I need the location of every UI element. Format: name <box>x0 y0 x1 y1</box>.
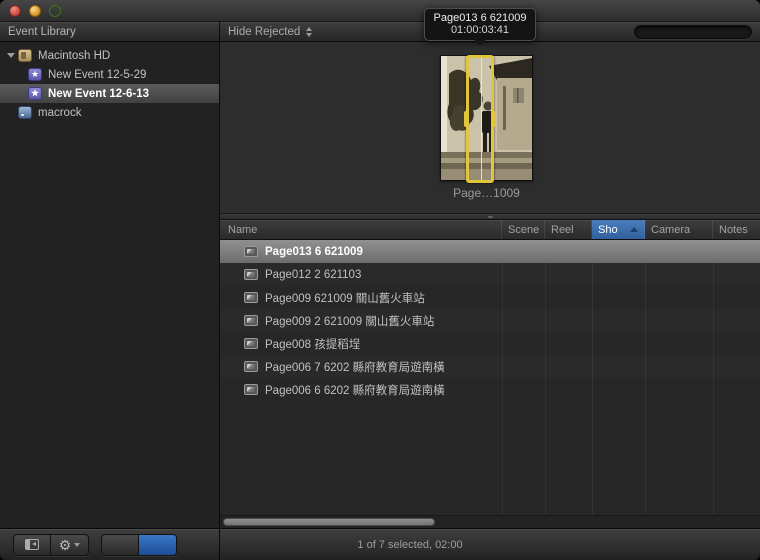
browser-splitter[interactable] <box>220 213 760 220</box>
column-header-label: Sho <box>598 224 618 236</box>
tree-item-label: Macintosh HD <box>38 50 110 62</box>
sidebar-toggle-icon <box>25 539 39 550</box>
tree-item-label: New Event 12-5-29 <box>48 69 146 81</box>
event-list-row[interactable]: Page006 7 6202 縣府教育局遊南橫 <box>220 355 760 378</box>
row-clip-name: Page006 7 6202 縣府教育局遊南橫 <box>265 359 445 375</box>
event-library-tree: Macintosh HD New Event 12-5-29 New Event… <box>0 42 220 528</box>
tree-item-icon <box>28 87 42 100</box>
close-window-button[interactable] <box>9 5 21 17</box>
action-menu-button[interactable]: ⚙ <box>51 535 88 555</box>
photo-clip-icon <box>244 384 258 395</box>
sidebar-tree-item[interactable]: New Event 12-6-13 <box>0 84 219 103</box>
column-header[interactable]: Name <box>220 220 502 239</box>
filter-popup-label: Hide Rejected <box>228 26 300 38</box>
sidebar-tree-item[interactable]: macrock <box>0 103 219 122</box>
photo-clip-icon <box>244 292 258 303</box>
toolbar: Event Library Hide Rejected <box>0 22 760 42</box>
column-header[interactable]: Camera <box>645 220 713 239</box>
skimmer-playhead <box>481 58 482 180</box>
sidebar-tree-item[interactable]: New Event 12-5-29 <box>0 65 219 84</box>
chevron-down-icon <box>74 543 80 547</box>
row-clip-name: Page008 孩提稻埕 <box>265 336 360 352</box>
row-clip-name: Page009 621009 關山舊火車站 <box>265 290 425 306</box>
column-header-label: Scene <box>508 224 539 236</box>
sidebar-footer: ⚙ <box>0 529 220 560</box>
row-clip-name: Page006 6 6202 縣府教育局遊南橫 <box>265 382 445 398</box>
horizontal-scrollbar[interactable] <box>220 515 760 528</box>
tree-item-icon <box>18 106 32 119</box>
column-header-label: Notes <box>719 224 748 236</box>
column-header[interactable]: Sho <box>592 220 645 239</box>
popup-arrows-icon <box>306 27 312 37</box>
zoom-window-button[interactable] <box>49 5 61 17</box>
minimize-window-button[interactable] <box>29 5 41 17</box>
selection-status-text: 1 of 7 selected, 02:00 <box>357 539 462 551</box>
tree-item-icon <box>18 49 32 62</box>
event-list-row[interactable]: Page013 6 621009 <box>220 240 760 263</box>
range-selection-right-handle[interactable] <box>491 111 496 127</box>
range-selection-left-handle[interactable] <box>464 111 469 127</box>
sidebar-toggle-button[interactable] <box>14 535 51 555</box>
list-view-button[interactable] <box>139 535 176 555</box>
row-clip-name: Page012 2 621103 <box>265 269 361 281</box>
column-header-label: Camera <box>651 224 690 236</box>
list-header: Name Scene Reel Sho Camera Notes <box>220 220 760 240</box>
filter-popup-button[interactable]: Hide Rejected <box>228 26 312 38</box>
library-controls-group: ⚙ <box>13 534 89 556</box>
footer-bar: ⚙ 1 of 7 selected, 02:00 <box>0 528 760 560</box>
titlebar <box>0 0 760 22</box>
search-field[interactable] <box>634 25 752 39</box>
filmstrip-view-button[interactable] <box>102 535 139 555</box>
column-header[interactable]: Notes <box>713 220 760 239</box>
event-library-title: Event Library <box>8 26 76 38</box>
clip-caption: Page…1009 <box>410 186 563 200</box>
disclosure-triangle-icon[interactable] <box>4 53 18 58</box>
photo-clip-icon <box>244 361 258 372</box>
photo-clip-icon <box>244 338 258 349</box>
photo-clip-icon <box>244 315 258 326</box>
event-list-row[interactable]: Page009 2 621009 關山舊火車站 <box>220 309 760 332</box>
tooltip-clip-name: Page013 6 621009 <box>429 12 531 24</box>
sidebar-tree-item[interactable]: Macintosh HD <box>0 46 219 65</box>
event-library-header: Event Library <box>0 22 220 41</box>
search-input[interactable] <box>643 26 760 37</box>
main-split: Macintosh HD New Event 12-5-29 New Event… <box>0 42 760 528</box>
horizontal-scrollbar-thumb[interactable] <box>223 518 435 526</box>
event-browser: Page…1009 Name Scene Reel Sho Camera Not… <box>220 42 760 528</box>
column-header-label: Reel <box>551 224 574 236</box>
photo-clip-icon <box>244 246 258 257</box>
tree-item-icon <box>28 68 42 81</box>
event-list-row[interactable]: Page012 2 621103 <box>220 263 760 286</box>
clip-filmstrip[interactable] <box>440 55 533 181</box>
sort-ascending-icon <box>630 227 638 232</box>
skimmer-tooltip: Page013 6 621009 01:00:03:41 <box>424 8 536 41</box>
photo-clip-icon <box>244 269 258 280</box>
status-bar: 1 of 7 selected, 02:00 <box>220 529 760 560</box>
column-header[interactable]: Reel <box>545 220 592 239</box>
splitter-handle-icon <box>488 216 493 218</box>
event-list-body: Page013 6 621009 Page012 2 621103 Page00… <box>220 240 760 515</box>
range-selection[interactable] <box>466 55 494 183</box>
event-list-row[interactable]: Page009 621009 關山舊火車站 <box>220 286 760 309</box>
app-window: Event Library Hide Rejected Macintosh HD <box>0 0 760 560</box>
gear-icon: ⚙ <box>59 538 72 552</box>
tree-item-label: New Event 12-6-13 <box>48 88 149 100</box>
tooltip-timecode: 01:00:03:41 <box>429 24 531 36</box>
filmstrip-area: Page…1009 <box>220 42 760 213</box>
view-switch-group <box>101 534 177 556</box>
event-list-row[interactable]: Page008 孩提稻埕 <box>220 332 760 355</box>
row-clip-name: Page013 6 621009 <box>265 246 363 258</box>
column-header[interactable]: Scene <box>502 220 545 239</box>
column-header-label: Name <box>228 224 257 236</box>
tree-item-label: macrock <box>38 107 81 119</box>
row-clip-name: Page009 2 621009 關山舊火車站 <box>265 313 434 329</box>
event-list-row[interactable]: Page006 6 6202 縣府教育局遊南橫 <box>220 378 760 401</box>
